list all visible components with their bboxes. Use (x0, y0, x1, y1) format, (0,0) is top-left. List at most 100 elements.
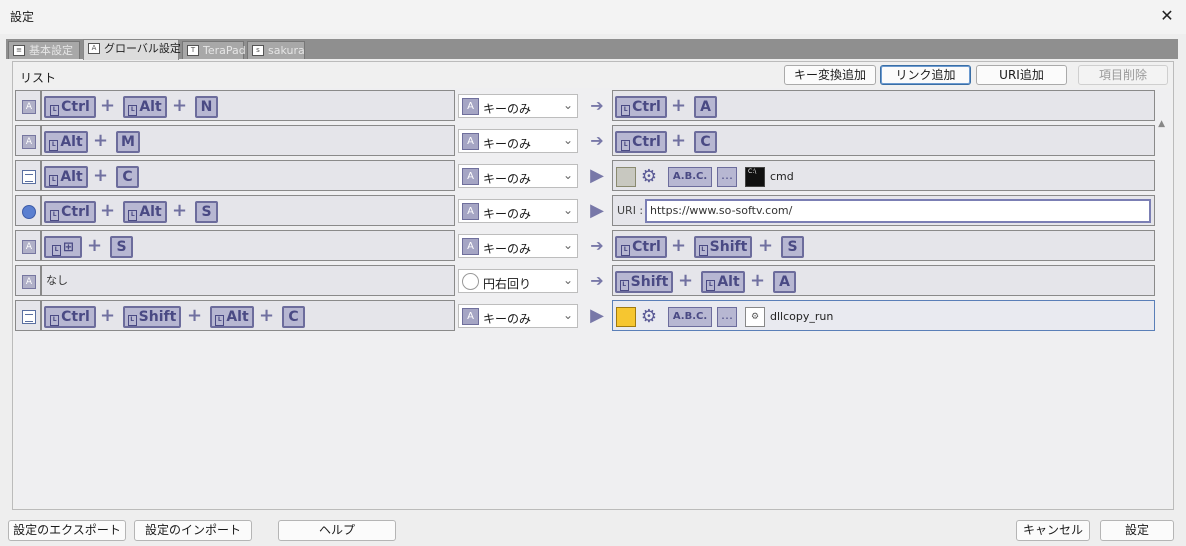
keycap-ctrl: L Ctrl (615, 131, 667, 153)
uri-add-button[interactable]: URI追加 (976, 65, 1067, 85)
list-label: リスト (20, 71, 57, 85)
arrow-right-icon: ➔ (590, 271, 604, 290)
mode-select[interactable]: A キーのみ ⌄ (458, 129, 578, 153)
list-item[interactable]: A L Alt + M A キーのみ ⌄ ➔ L Ctrl + C (15, 125, 1155, 158)
launch-arrow-icon: ▶ (590, 305, 604, 326)
global-settings-panel: リスト キー変換追加 リンク追加 URI追加 項目削除 A L Ctrl + LA… (12, 61, 1174, 531)
tab-basic-settings[interactable]: ≡ 基本設定 (8, 41, 80, 59)
document-icon: ≡ (13, 45, 25, 56)
mode-select[interactable]: 円右回り ⌄ (458, 269, 578, 293)
global-key-icon: A (88, 43, 100, 54)
trigger-keys[interactable]: L Alt + C (41, 160, 455, 191)
key-only-icon: A (462, 308, 479, 325)
item-delete-button[interactable]: 項目削除 (1078, 65, 1168, 85)
scroll-up-icon[interactable]: ▲ (1158, 119, 1165, 129)
mode-select[interactable]: A キーのみ ⌄ (458, 164, 578, 188)
args-button[interactable]: A.B.C. (668, 167, 712, 187)
plus-icon: + (750, 270, 766, 291)
mode-select[interactable]: A キーのみ ⌄ (458, 234, 578, 258)
target-keys[interactable]: L Shift + L Alt + A (612, 265, 1155, 296)
keycap-s: S (781, 236, 804, 258)
sakura-icon: s (252, 45, 264, 56)
tab-strip: ≡ 基本設定 A グローバル設定 T TeraPad s sakura (6, 39, 1178, 60)
arrow-right-icon: ➔ (590, 131, 604, 150)
launch-arrow-icon: ▶ (590, 200, 604, 221)
plus-icon: + (187, 305, 203, 326)
key-convert-add-button[interactable]: キー変換追加 (784, 65, 876, 85)
trigger-keys[interactable]: L Ctrl + L Alt + S (41, 195, 455, 226)
keycap-a: A (694, 96, 717, 118)
trigger-keys[interactable]: L Alt + M (41, 125, 455, 156)
target-keys[interactable]: L Ctrl + L Shift + S (612, 230, 1155, 261)
import-settings-button[interactable]: 設定のインポート (134, 520, 252, 541)
keycap-ctrl: L Ctrl (44, 96, 96, 118)
key-icon: A (22, 135, 36, 149)
plus-icon: + (671, 130, 687, 151)
keycap-shift: L Shift (694, 236, 752, 258)
chevron-down-icon: ⌄ (562, 203, 573, 217)
keycap-alt: L Alt (210, 306, 254, 328)
mode-select[interactable]: A キーのみ ⌄ (458, 199, 578, 223)
ok-button[interactable]: 設定 (1100, 520, 1174, 541)
help-button[interactable]: ヘルプ (278, 520, 396, 541)
no-key-text: なし (46, 274, 68, 287)
folder-icon[interactable] (616, 167, 636, 187)
keycap-alt: L Alt (44, 166, 88, 188)
browse-button[interactable]: … (717, 307, 737, 327)
key-only-icon: A (462, 133, 479, 150)
target-program[interactable]: ⚙ A.B.C. … ⚙ dllcopy_run (612, 300, 1155, 331)
trigger-keys[interactable]: L Ctrl + L Shift + L Alt + C (41, 300, 455, 331)
windows-icon: ⊞ (63, 240, 74, 255)
target-program[interactable]: ⚙ A.B.C. … C:\ cmd (612, 160, 1155, 191)
target-uri[interactable]: URI : https://www.so-softv.com/ (612, 195, 1155, 226)
target-keys[interactable]: L Ctrl + A (612, 90, 1155, 121)
cancel-button[interactable]: キャンセル (1016, 520, 1090, 541)
arrow-right-icon: ➔ (590, 96, 604, 115)
shortcut-list: A L Ctrl + L Alt + N A キーのみ ⌄ ➔ L Ctrl + A … (15, 88, 1171, 531)
plus-icon: + (671, 235, 687, 256)
chevron-down-icon: ⌄ (562, 273, 573, 287)
mode-select[interactable]: A キーのみ ⌄ (458, 94, 578, 118)
export-settings-button[interactable]: 設定のエクスポート (8, 520, 126, 541)
link-add-button[interactable]: リンク追加 (880, 65, 971, 85)
trigger-keys[interactable]: L ⊞ + S (41, 230, 455, 261)
keycap-shift: L Shift (123, 306, 181, 328)
keycap-ctrl: L Ctrl (615, 96, 667, 118)
list-item[interactable]: L Alt + C A キーのみ ⌄ ▶ ⚙ A.B.C. … C:\ cmd (15, 160, 1155, 193)
keycap-ctrl: L Ctrl (44, 306, 96, 328)
key-icon: A (22, 100, 36, 114)
program-name: dllcopy_run (770, 310, 834, 323)
executable-icon: ⚙ (745, 307, 765, 327)
list-item[interactable]: L Ctrl + L Shift + L Alt + C A キーのみ ⌄ ▶ ⚙ A… (15, 300, 1155, 333)
list-item[interactable]: A L Ctrl + L Alt + N A キーのみ ⌄ ➔ L Ctrl + A (15, 90, 1155, 123)
key-only-icon: A (462, 168, 479, 185)
keycap-shift: L Shift (615, 271, 673, 293)
trigger-keys[interactable]: なし (41, 265, 455, 296)
keycap-c: C (694, 131, 717, 153)
browse-button[interactable]: … (717, 167, 737, 187)
list-item[interactable]: L Ctrl + L Alt + S A キーのみ ⌄ ▶ URI : https:… (15, 195, 1155, 228)
chevron-down-icon: ⌄ (562, 308, 573, 322)
tab-global-settings[interactable]: A グローバル設定 (83, 39, 181, 60)
key-icon: A (22, 240, 36, 254)
folder-icon[interactable] (616, 307, 636, 327)
list-item[interactable]: A なし 円右回り ⌄ ➔ L Shift + L Alt + A (15, 265, 1155, 298)
gear-icon[interactable]: ⚙ (640, 307, 658, 327)
list-item[interactable]: A L ⊞ + S A キーのみ ⌄ ➔ L Ctrl + L Shift + S (15, 230, 1155, 263)
target-keys[interactable]: L Ctrl + C (612, 125, 1155, 156)
tab-terapad[interactable]: T TeraPad (182, 41, 246, 59)
gear-icon[interactable]: ⚙ (640, 167, 658, 187)
plus-icon: + (678, 270, 694, 291)
args-button[interactable]: A.B.C. (668, 307, 712, 327)
uri-input[interactable]: https://www.so-softv.com/ (645, 199, 1151, 223)
keycap-s: S (110, 236, 133, 258)
key-icon: A (22, 275, 36, 289)
plus-icon: + (93, 130, 109, 151)
plus-icon: + (758, 235, 774, 256)
mode-select[interactable]: A キーのみ ⌄ (458, 304, 578, 328)
close-icon[interactable]: ✕ (1156, 5, 1178, 27)
trigger-keys[interactable]: L Ctrl + L Alt + N (41, 90, 455, 121)
keycap-alt: L Alt (123, 201, 167, 223)
plus-icon: + (87, 235, 103, 256)
tab-sakura[interactable]: s sakura (247, 41, 305, 59)
